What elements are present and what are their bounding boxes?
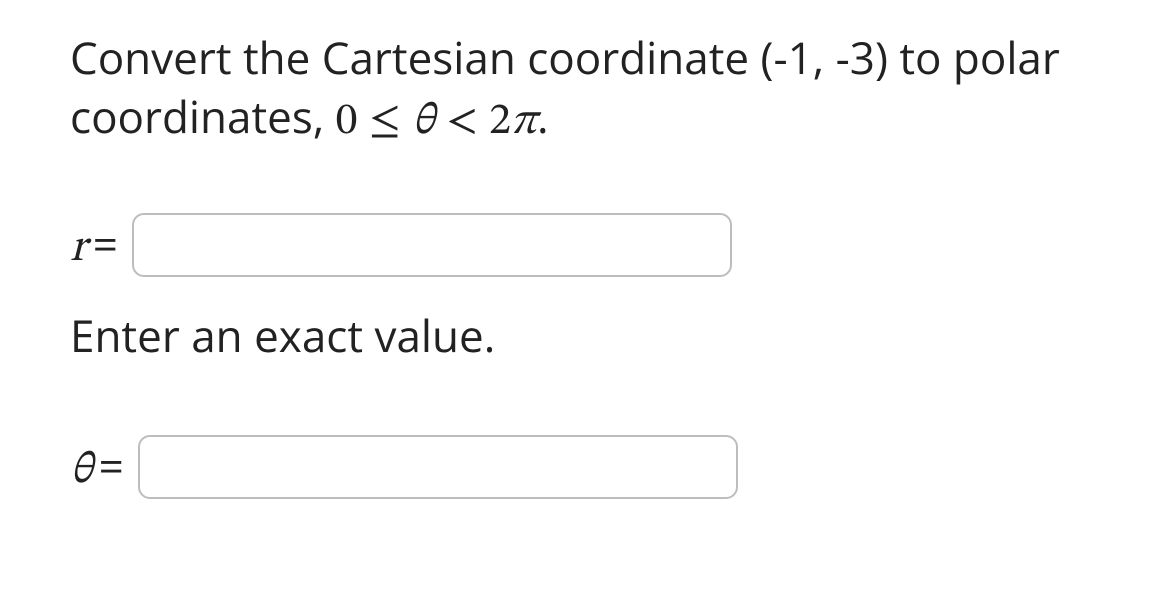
r-equals: = xyxy=(93,213,118,273)
range-leq: ≤ xyxy=(369,100,401,144)
question-prompt: Convert the Cartesian coordinate (-1, -3… xyxy=(70,28,1100,153)
range-zero: 0 xyxy=(336,100,358,144)
r-input[interactable] xyxy=(132,213,732,277)
range-pi: π xyxy=(511,100,537,144)
theta-equals: = xyxy=(99,435,124,495)
question-container: Convert the Cartesian coordinate (-1, -3… xyxy=(0,0,1170,499)
prompt-text-before: Convert the Cartesian coordinate xyxy=(70,27,761,87)
range-lt: < xyxy=(446,100,478,144)
prompt-point: (-1, -3) xyxy=(761,27,888,87)
theta-var: θ xyxy=(70,444,93,499)
exact-value-hint: Enter an exact value. xyxy=(70,305,1100,365)
range-period: . xyxy=(537,86,549,146)
r-label: r = xyxy=(70,213,118,277)
range-two: 2 xyxy=(489,100,511,144)
theta-input[interactable] xyxy=(138,435,738,499)
r-input-row: r = xyxy=(70,213,1100,277)
r-var: r xyxy=(70,222,87,277)
range-theta: θ xyxy=(412,100,435,144)
theta-label: θ = xyxy=(70,435,124,499)
theta-input-row: θ = xyxy=(70,435,1100,499)
